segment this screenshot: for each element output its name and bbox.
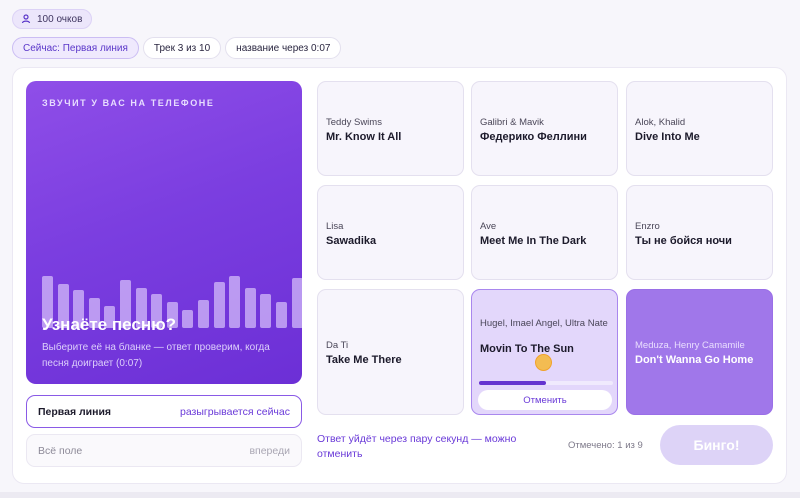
visualizer-bar: [291, 278, 302, 328]
cell-artist: Meduza, Henry Camamile: [635, 340, 745, 351]
now-playing-title: Узнаёте песню?: [42, 315, 176, 334]
visualizer-bar: [198, 300, 209, 328]
cell-artist: Hugel, Imael Angel, Ultra Nate: [480, 318, 608, 329]
line-full-status: впереди: [249, 444, 290, 457]
now-playing-label: ЗВУЧИТ У ВАС НА ТЕЛЕФОНЕ: [42, 98, 215, 108]
line-first-label: Первая линия: [38, 405, 112, 418]
visualizer-bar: [244, 288, 256, 328]
visualizer-bar: [182, 310, 194, 328]
bingo-cell[interactable]: Enzro Ты не бойся ночи: [626, 185, 773, 280]
pending-progress-bar: [479, 381, 613, 385]
now-playing-hint: Выберите её на бланке — ответ проверим, …: [42, 342, 270, 369]
cell-title: Sawadika: [326, 235, 377, 247]
marked-count: Отмечено: 1 из 9: [568, 440, 643, 451]
line-full-card[interactable]: Всё поле впереди: [26, 434, 302, 467]
visualizer-bar: [276, 302, 287, 328]
track-counter-chip: Трек 3 из 10: [142, 37, 222, 59]
cell-title: Федерико Феллини: [480, 131, 587, 143]
bingo-cell[interactable]: Lisa Sawadika: [317, 185, 464, 280]
points-badge: 100 очков: [12, 9, 93, 29]
visualizer-bar: [260, 294, 272, 328]
reveal-timer-chip: название через 0:07: [225, 37, 342, 59]
bingo-cell-pending[interactable]: Hugel, Imael Angel, Ultra Nate Movin To …: [471, 289, 618, 415]
submit-notice: Ответ уйдёт через пару секунд — можно от…: [317, 433, 517, 460]
users-icon: [21, 14, 31, 24]
line-full-label: Всё поле: [38, 444, 83, 457]
bingo-cell-marked[interactable]: Meduza, Henry Camamile Don't Wanna Go Ho…: [626, 289, 773, 415]
cell-artist: Alok, Khalid: [635, 117, 686, 128]
pointer-cursor: [535, 354, 552, 371]
cell-artist: Ave: [480, 221, 497, 232]
bingo-button[interactable]: Бинго!: [660, 425, 773, 465]
bingo-cell[interactable]: Ave Meet Me In The Dark: [471, 185, 618, 280]
cell-title: Take Me There: [326, 354, 402, 366]
status-chips: Сейчас: Первая линия Трек 3 из 10 назван…: [12, 37, 342, 59]
current-line-chip: Сейчас: Первая линия: [12, 37, 139, 59]
cell-artist: Da Ti: [326, 340, 349, 351]
cancel-button[interactable]: Отменить: [478, 390, 612, 410]
cell-title: Meet Me In The Dark: [480, 235, 587, 247]
visualizer-bar: [213, 282, 225, 328]
cell-title: Dive Into Me: [635, 131, 700, 143]
bingo-cell[interactable]: Galibri & Mavik Федерико Феллини: [471, 81, 618, 176]
cell-title: Don't Wanna Go Home: [635, 354, 754, 366]
points-label: 100 очков: [37, 13, 83, 25]
cell-title: Mr. Know It All: [326, 131, 402, 143]
cell-artist: Lisa: [326, 221, 344, 232]
cell-title: Movin To The Sun: [480, 343, 574, 355]
bottom-edge: [0, 492, 800, 498]
bingo-cell[interactable]: Da Ti Take Me There: [317, 289, 464, 415]
bingo-cell[interactable]: Teddy Swims Mr. Know It All: [317, 81, 464, 176]
cell-artist: Enzro: [635, 221, 660, 232]
cell-artist: Galibri & Mavik: [480, 117, 544, 128]
now-playing-card: ЗВУЧИТ У ВАС НА ТЕЛЕФОНЕ Узнаёте песню? …: [26, 81, 302, 384]
bingo-cell[interactable]: Alok, Khalid Dive Into Me: [626, 81, 773, 176]
cell-artist: Teddy Swims: [326, 117, 382, 128]
line-first-status: разыгрывается сейчас: [180, 405, 290, 418]
pending-progress-fill: [479, 381, 546, 385]
cell-title: Ты не бойся ночи: [635, 235, 732, 247]
visualizer-bar: [229, 276, 241, 328]
line-first[interactable]: Первая линия разыгрывается сейчас: [26, 395, 302, 428]
